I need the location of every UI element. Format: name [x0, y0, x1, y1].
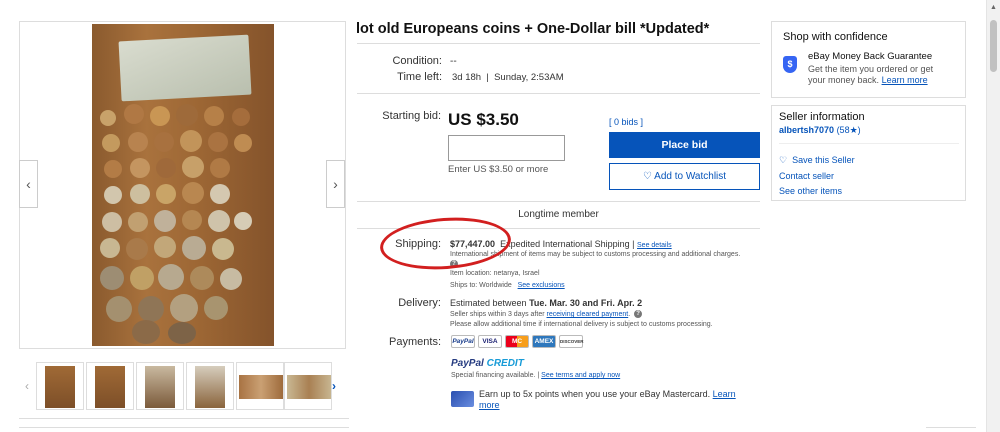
delivery-label: Delivery: [398, 297, 441, 309]
bid-amount-input[interactable] [448, 135, 565, 161]
mastercard-promo-line2: more [479, 400, 500, 410]
seller-feedback-score[interactable]: (58 [837, 125, 850, 135]
page-scrollbar[interactable]: ▲ [986, 0, 1000, 432]
thumbnail[interactable] [136, 362, 184, 410]
place-bid-button[interactable]: Place bid [609, 132, 760, 158]
bids-count-link[interactable]: [ 0 bids ] [609, 117, 643, 127]
special-financing: Special financing available. | See terms… [451, 372, 621, 379]
scroll-up-icon[interactable]: ▲ [990, 4, 997, 11]
time-left-value: 3d 18h | Sunday, 2:53AM [452, 72, 564, 83]
delivery-note: Please allow additional time if internat… [450, 321, 713, 328]
learn-more-link-cont[interactable]: more [479, 400, 500, 410]
gallery-next-button[interactable]: › [326, 160, 345, 208]
red-annotation-circle [378, 213, 513, 274]
mastercard-icon: MC [505, 335, 529, 348]
starting-price: US $3.50 [448, 110, 519, 129]
ebay-mastercard-icon [451, 391, 474, 407]
seller-name-row: albertsh7070 (58★) [779, 125, 861, 135]
seller-name-link[interactable]: albertsh7070 [779, 125, 834, 135]
shield-icon: $ [783, 56, 797, 73]
add-to-watchlist-button[interactable]: ♡ Add to Watchlist [609, 163, 760, 190]
condition-label: Condition: [392, 55, 442, 67]
thumbnail[interactable] [236, 362, 284, 410]
item-location: Item location: netanya, Israel [450, 270, 540, 277]
shop-confidence-title: Shop with confidence [783, 31, 888, 43]
amex-card-icon: AMEX [532, 335, 556, 348]
gallery-prev-button[interactable]: ‹ [19, 160, 38, 208]
see-terms-link[interactable]: See terms and apply now [541, 372, 620, 379]
seller-badge: Longtime member [518, 209, 599, 220]
discover-card-icon: DISCOVER [559, 335, 584, 348]
thumbnail-strip: ‹ › [19, 362, 349, 412]
thumbs-next-arrow-icon[interactable]: › [332, 379, 336, 393]
item-title: lot old Europeans coins + One-Dollar bil… [356, 21, 710, 37]
star-icon: ★ [849, 125, 858, 135]
mastercard-promo: Earn up to 5x points when you use your e… [479, 389, 736, 399]
dollar-bill-image [118, 34, 252, 102]
visa-card-icon: VISA [478, 335, 502, 348]
condition-value: -- [450, 56, 457, 67]
seller-info-title: Seller information [779, 111, 865, 123]
ships-to: Ships to: Worldwide See exclusions [450, 282, 565, 289]
guarantee-text-2: your money back. Learn more [808, 75, 928, 85]
chevron-right-icon: › [333, 176, 338, 192]
info-icon[interactable]: ? [634, 310, 643, 318]
thumbnail[interactable] [86, 362, 134, 410]
guarantee-learn-more-link[interactable]: Learn more [882, 75, 928, 85]
chevron-left-icon: ‹ [26, 176, 31, 192]
starting-bid-label: Starting bid: [382, 110, 441, 122]
see-other-items-link[interactable]: See other items [779, 186, 842, 196]
handling-time: Seller ships within 3 days after receivi… [450, 310, 643, 318]
shipping-method: Expedited International Shipping [500, 239, 630, 249]
payments-label: Payments: [389, 336, 441, 348]
delivery-estimate: Estimated between Tue. Mar. 30 and Fri. … [450, 298, 643, 308]
heart-icon: ♡ [642, 171, 652, 182]
see-details-link[interactable]: See details [637, 242, 672, 249]
guarantee-title: eBay Money Back Guarantee [808, 51, 933, 62]
thumbnail[interactable] [284, 362, 332, 410]
main-item-photo [92, 24, 274, 346]
cleared-payment-link[interactable]: receiving cleared payment [547, 311, 629, 318]
see-exclusions-link[interactable]: See exclusions [518, 282, 565, 289]
time-left-label: Time left: [397, 71, 442, 83]
thumbnail[interactable] [36, 362, 84, 410]
thumbnail[interactable] [186, 362, 234, 410]
paypal-card-icon: PayPal [451, 335, 475, 348]
thumbs-prev-arrow-icon[interactable]: ‹ [25, 379, 29, 393]
main-image-frame[interactable] [19, 21, 346, 349]
scrollbar-thumb[interactable] [990, 20, 997, 72]
learn-more-link[interactable]: Learn [713, 389, 736, 399]
bid-input-hint: Enter US $3.50 or more [448, 164, 549, 175]
save-seller-link[interactable]: ♡ Save this Seller [779, 155, 855, 166]
guarantee-text: Get the item you ordered or get [808, 64, 934, 74]
paypal-credit-logo: PayPal CREDIT [451, 358, 524, 369]
heart-icon: ♡ [779, 155, 788, 165]
contact-seller-link[interactable]: Contact seller [779, 171, 834, 181]
